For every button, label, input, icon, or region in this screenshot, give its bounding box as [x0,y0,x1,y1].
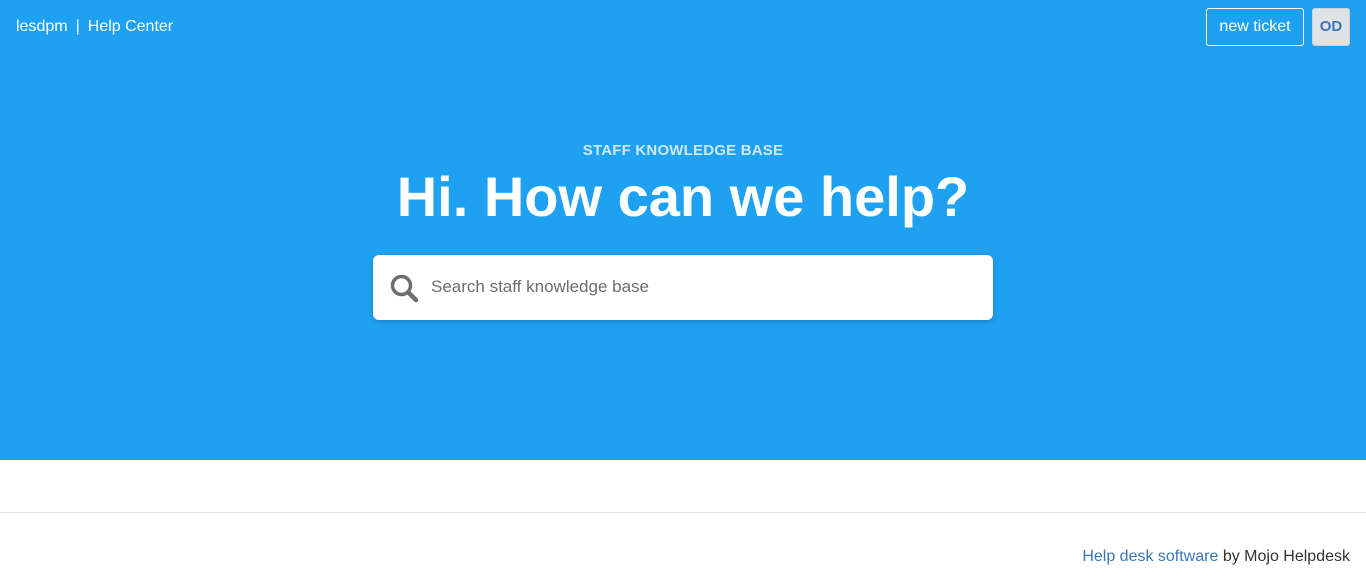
search-input[interactable] [431,269,971,305]
brand-breadcrumb: lesdpm | Help Center [16,17,173,37]
search-icon [390,274,419,303]
help-desk-software-link[interactable]: Help desk software [1082,548,1218,565]
footer-suffix: by Mojo Helpdesk [1218,548,1350,565]
breadcrumb-separator: | [75,18,80,35]
knowledge-base-label: STAFF KNOWLEDGE BASE [582,142,784,159]
footer-credit: Help desk software by Mojo Helpdesk [1082,547,1350,567]
new-ticket-button[interactable]: new ticket [1206,8,1304,46]
hero-banner: lesdpm | Help Center new ticket OD STAFF K… [0,0,1366,460]
user-avatar[interactable]: OD [1312,8,1350,46]
page-headline: Hi. How can we help? [396,165,970,228]
help-center-link[interactable]: Help Center [88,18,173,35]
org-home-link[interactable]: lesdpm [16,18,68,35]
search-box [373,255,993,320]
footer-divider [0,512,1366,513]
